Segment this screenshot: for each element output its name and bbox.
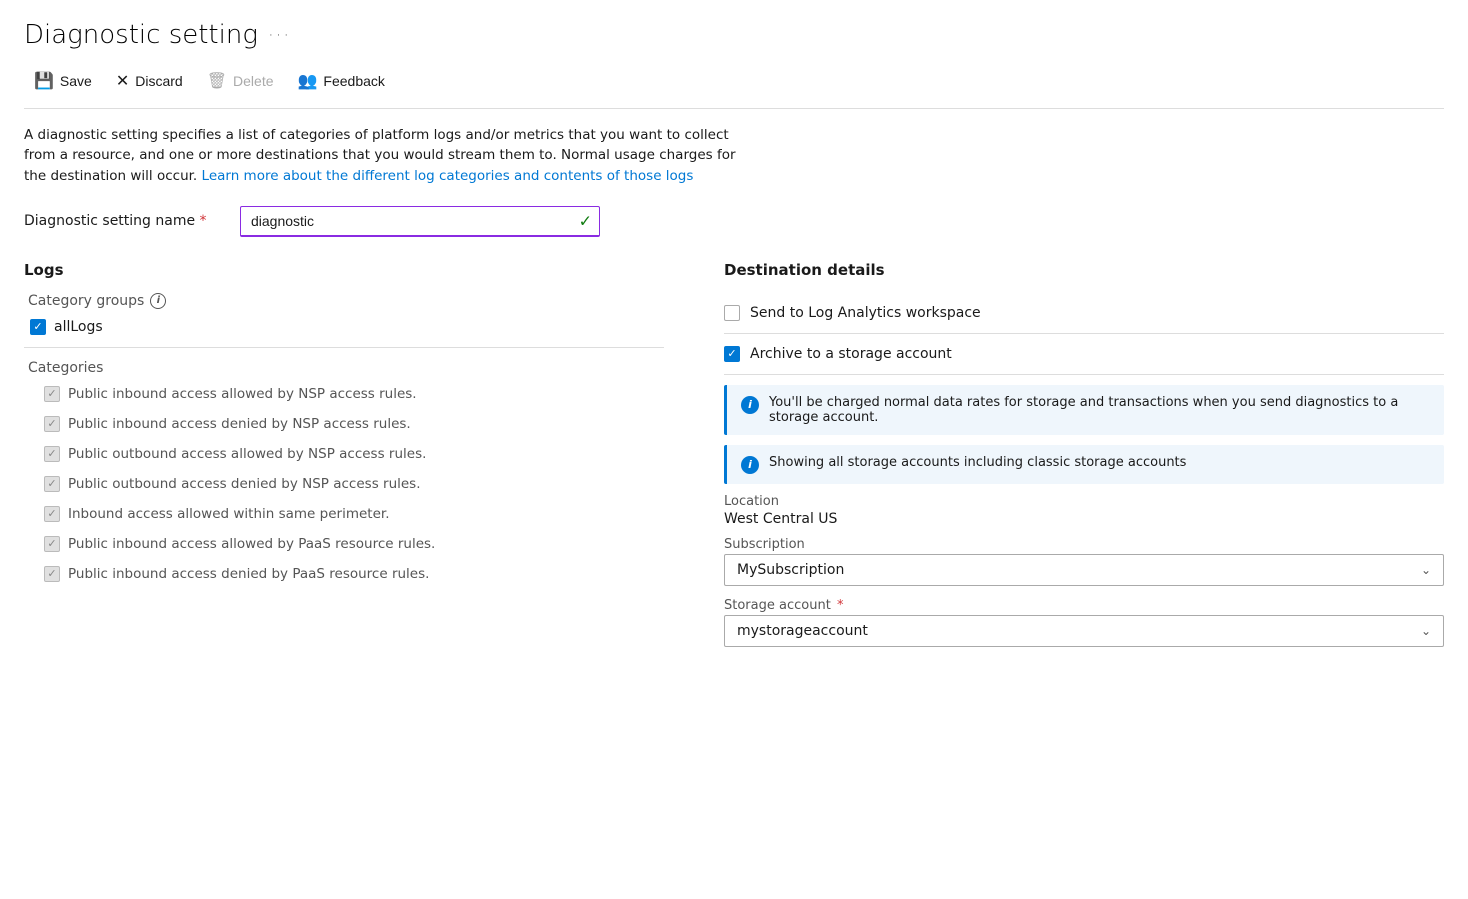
- info-text-1: You'll be charged normal data rates for …: [769, 395, 1430, 425]
- input-valid-icon: ✓: [579, 212, 592, 231]
- category-label-2: Public outbound access allowed by NSP ac…: [68, 446, 426, 462]
- category-item-6: Public inbound access denied by PaaS res…: [44, 566, 664, 582]
- info-icon-1: i: [741, 396, 759, 414]
- setting-name-input[interactable]: [240, 206, 600, 237]
- category-checkbox-2[interactable]: [44, 446, 60, 462]
- category-item-4: Inbound access allowed within same perim…: [44, 506, 664, 522]
- storage-account-label: Storage account *: [724, 598, 1444, 613]
- delete-icon: 🗑: [207, 71, 227, 91]
- log-analytics-label: Send to Log Analytics workspace: [750, 305, 981, 321]
- categories-label: Categories: [28, 360, 664, 376]
- setting-name-label: Diagnostic setting name *: [24, 213, 224, 229]
- category-item-3: Public outbound access denied by NSP acc…: [44, 476, 664, 492]
- log-analytics-checkbox[interactable]: [724, 305, 740, 321]
- logs-section-title: Logs: [24, 261, 664, 279]
- category-checkbox-5[interactable]: [44, 536, 60, 552]
- discard-icon: ✕: [116, 71, 129, 91]
- learn-more-link[interactable]: Learn more about the different log categ…: [202, 168, 694, 184]
- logs-panel: Logs Category groups i allLogs Categorie…: [24, 261, 664, 659]
- category-label-3: Public outbound access denied by NSP acc…: [68, 476, 421, 492]
- storage-dropdown-arrow: ⌄: [1421, 624, 1431, 638]
- category-checkbox-4[interactable]: [44, 506, 60, 522]
- category-checkbox-6[interactable]: [44, 566, 60, 582]
- category-label-6: Public inbound access denied by PaaS res…: [68, 566, 429, 582]
- setting-name-input-wrap: ✓: [240, 206, 600, 237]
- save-button[interactable]: 💾 Save: [24, 66, 102, 96]
- storage-account-row: Archive to a storage account: [724, 334, 1444, 375]
- setting-name-row: Diagnostic setting name * ✓: [24, 206, 1444, 237]
- info-box-1: i You'll be charged normal data rates fo…: [724, 385, 1444, 435]
- category-label-0: Public inbound access allowed by NSP acc…: [68, 386, 417, 402]
- location-label: Location: [724, 494, 1444, 509]
- page-title-container: Diagnostic setting ···: [24, 20, 1444, 50]
- feedback-icon: 👥: [298, 71, 318, 91]
- category-checkbox-0[interactable]: [44, 386, 60, 402]
- toolbar: 💾 Save ✕ Discard 🗑 Delete 👥 Feedback: [24, 66, 1444, 109]
- page-title: Diagnostic setting: [24, 20, 258, 50]
- subscription-dropdown-arrow: ⌄: [1421, 563, 1431, 577]
- subscription-label: Subscription: [724, 537, 1444, 552]
- required-asterisk: *: [200, 213, 207, 229]
- logs-divider: [24, 347, 664, 348]
- storage-account-checkbox[interactable]: [724, 346, 740, 362]
- alllogs-label: allLogs: [54, 319, 103, 335]
- log-analytics-row: Send to Log Analytics workspace: [724, 293, 1444, 334]
- category-label-5: Public inbound access allowed by PaaS re…: [68, 536, 435, 552]
- destination-section-title: Destination details: [724, 261, 1444, 279]
- storage-account-dropdown[interactable]: mystorageaccount ⌄: [724, 615, 1444, 647]
- category-label-1: Public inbound access denied by NSP acce…: [68, 416, 411, 432]
- category-checkbox-1[interactable]: [44, 416, 60, 432]
- discard-button[interactable]: ✕ Discard: [106, 66, 193, 96]
- info-text-2: Showing all storage accounts including c…: [769, 455, 1186, 470]
- description-block: A diagnostic setting specifies a list of…: [24, 125, 744, 186]
- save-icon: 💾: [34, 71, 54, 91]
- storage-account-value: mystorageaccount: [737, 623, 868, 639]
- category-label-4: Inbound access allowed within same perim…: [68, 506, 390, 522]
- category-groups-header: Category groups i: [28, 293, 664, 309]
- category-item-5: Public inbound access allowed by PaaS re…: [44, 536, 664, 552]
- storage-required-asterisk: *: [837, 598, 844, 613]
- category-groups-label: Category groups: [28, 293, 144, 309]
- category-groups-info-icon[interactable]: i: [150, 293, 166, 309]
- category-item-0: Public inbound access allowed by NSP acc…: [44, 386, 664, 402]
- save-label: Save: [60, 73, 92, 89]
- info-icon-2: i: [741, 456, 759, 474]
- alllogs-checkbox[interactable]: [30, 319, 46, 335]
- subscription-dropdown[interactable]: MySubscription ⌄: [724, 554, 1444, 586]
- alllogs-checkbox-row: allLogs: [30, 319, 664, 335]
- location-value: West Central US: [724, 511, 1444, 527]
- main-layout: Logs Category groups i allLogs Categorie…: [24, 261, 1444, 659]
- feedback-label: Feedback: [323, 73, 384, 89]
- info-box-2: i Showing all storage accounts including…: [724, 445, 1444, 484]
- storage-account-row-label: Archive to a storage account: [750, 346, 952, 362]
- delete-button[interactable]: 🗑 Delete: [197, 66, 284, 96]
- category-item-2: Public outbound access allowed by NSP ac…: [44, 446, 664, 462]
- page-title-ellipsis: ···: [268, 25, 291, 46]
- delete-label: Delete: [233, 73, 273, 89]
- feedback-button[interactable]: 👥 Feedback: [288, 66, 395, 96]
- discard-label: Discard: [135, 73, 182, 89]
- subscription-value: MySubscription: [737, 562, 844, 578]
- destination-panel: Destination details Send to Log Analytic…: [724, 261, 1444, 659]
- category-item-1: Public inbound access denied by NSP acce…: [44, 416, 664, 432]
- category-checkbox-3[interactable]: [44, 476, 60, 492]
